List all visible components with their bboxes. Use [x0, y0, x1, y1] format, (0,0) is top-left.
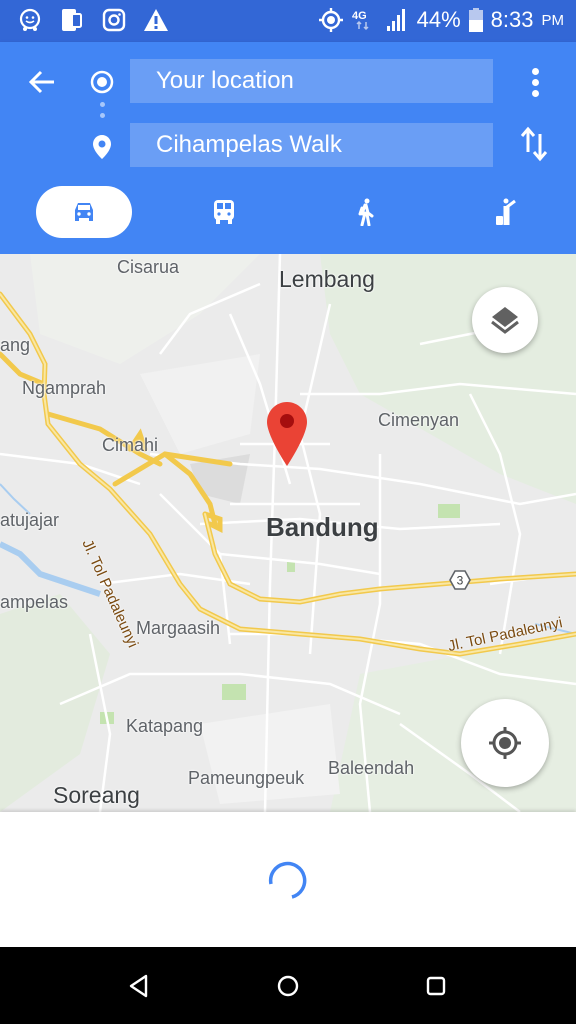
place-label-ang: ang	[0, 335, 31, 355]
tab-drive[interactable]	[36, 186, 132, 238]
layers-button[interactable]	[472, 287, 538, 353]
more-vert-icon	[531, 67, 539, 75]
my-location-button[interactable]	[461, 699, 549, 787]
place-label-bandung: Bandung	[266, 512, 379, 542]
map-view[interactable]: Cisarua Lembang ang Ngamprah Cimenyan Ci…	[0, 254, 576, 812]
place-label-soreang: Soreang	[53, 782, 140, 808]
tab-transit[interactable]	[198, 186, 250, 238]
place-label-pameungpeuk: Pameungpeuk	[188, 768, 305, 788]
instagram-icon	[100, 6, 128, 34]
place-label-ampelas: ampelas	[0, 592, 69, 612]
back-triangle-icon	[129, 974, 148, 998]
directions-bottom-sheet	[0, 812, 576, 947]
system-nav-bar	[0, 947, 576, 1024]
destination-input[interactable]	[130, 123, 493, 167]
place-label-atujajar: atujajar	[0, 510, 60, 530]
status-bar: 4G 44% 8:33 PM	[0, 0, 576, 42]
place-label-cisarua: Cisarua	[117, 257, 180, 277]
place-label-ngamprah: Ngamprah	[22, 378, 107, 398]
battery-percent: 44%	[416, 7, 461, 32]
back-button[interactable]	[22, 62, 62, 102]
clock-ampm: PM	[541, 11, 565, 29]
route-shield: 3	[449, 569, 471, 591]
loading-spinner	[268, 860, 308, 900]
place-pin-icon	[92, 134, 112, 159]
tab-ride-hailing[interactable]	[480, 186, 532, 238]
my-location-dot-icon	[90, 70, 114, 94]
nav-recents-button[interactable]	[421, 971, 451, 1001]
place-label-cimahi: Cimahi	[102, 435, 159, 455]
place-label-cimenyan: Cimenyan	[378, 410, 460, 430]
destination-marker[interactable]	[266, 401, 308, 467]
route-connector-dots	[98, 102, 106, 124]
gps-fixed-icon	[489, 727, 521, 759]
nav-home-button[interactable]	[273, 971, 303, 1001]
place-label-baleendah: Baleendah	[328, 758, 415, 778]
phone-icon	[58, 6, 86, 34]
swap-vert-icon	[520, 126, 548, 162]
arrow-left-icon	[28, 70, 54, 94]
waze-icon	[16, 6, 44, 34]
network-4g-icon: 4G	[351, 6, 377, 34]
location-icon	[317, 6, 345, 34]
ride-hailing-icon	[496, 198, 516, 225]
travel-mode-tabs	[0, 186, 576, 238]
layers-icon	[491, 307, 519, 334]
bus-icon	[214, 200, 234, 224]
swap-button[interactable]	[518, 124, 552, 164]
car-icon	[75, 203, 93, 221]
clock-time: 8:33	[490, 7, 534, 32]
home-circle-icon	[277, 975, 299, 997]
battery-icon	[467, 6, 485, 34]
place-label-katapang: Katapang	[126, 716, 204, 736]
more-options-button[interactable]	[520, 64, 550, 100]
tab-walk[interactable]	[340, 186, 392, 238]
svg-text:3: 3	[457, 574, 464, 588]
origin-input[interactable]	[130, 59, 493, 103]
warning-icon	[142, 6, 170, 34]
directions-header	[0, 42, 576, 254]
walk-icon	[358, 198, 374, 226]
svg-text:4G: 4G	[352, 10, 367, 22]
place-label-margaasih: Margaasih	[136, 618, 221, 638]
place-label-lembang: Lembang	[279, 266, 375, 292]
recents-square-icon	[426, 976, 446, 996]
nav-back-button[interactable]	[124, 971, 154, 1001]
signal-icon	[383, 6, 411, 34]
